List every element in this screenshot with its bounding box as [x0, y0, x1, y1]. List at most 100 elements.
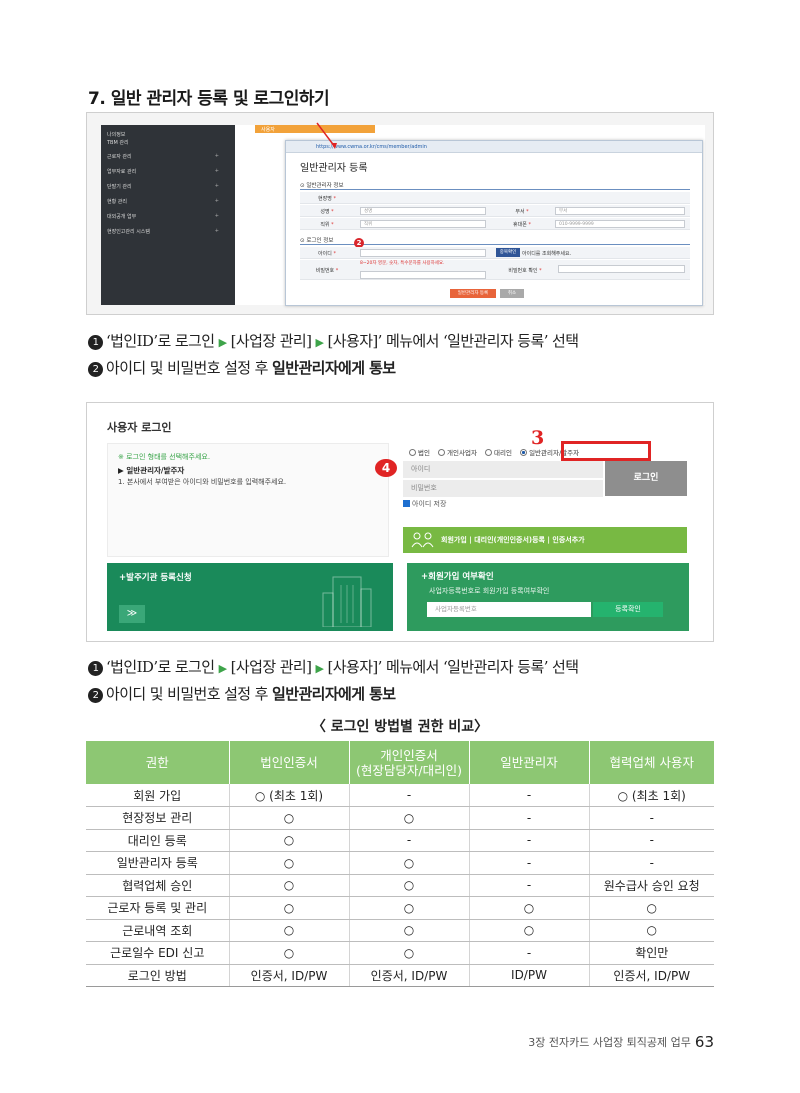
table-cell: ○ (최초 1회)	[588, 784, 714, 807]
join-check-panel: +회원가입 여부확인 사업자등록번호로 회원가입 등록여부확인 사업자등록번호 …	[407, 563, 689, 631]
step-line: 1 ‘법인ID’로 로그인 ▶ [사업장 관리] ▶ [사용자]’ 메뉴에서 ‘일…	[88, 656, 579, 677]
table-cell: 근로일수 EDI 신고	[86, 941, 229, 965]
table-cell: -	[468, 851, 589, 875]
table-cell: ○	[588, 919, 714, 942]
table-cell: ○	[348, 896, 469, 920]
table-cell: ○	[228, 941, 349, 965]
name-input[interactable]: 성명	[360, 207, 486, 215]
sidebar-item[interactable]: 현장인고관리 시스템 +	[107, 228, 227, 235]
register-confirm-button[interactable]: 등록확인	[593, 602, 663, 617]
table-cell: ○	[228, 919, 349, 942]
register-window: https://www.cwma.or.kr/cms/member/admin …	[285, 140, 703, 306]
login-button[interactable]: 로그인	[605, 461, 687, 496]
admin-register-screenshot: 나의정보 TBM 관리 근로자 관리 + 업무자료 관리 + 단말기 관리 + 현황 …	[86, 112, 714, 315]
order-register-panel[interactable]: +발주기관 등록신청 ≫	[107, 563, 393, 631]
password-rule: 8~20자 영문, 숫자, 특수문자를 사용하세요.	[360, 261, 445, 266]
table-cell: ○	[588, 896, 714, 920]
step-3-marker: 3	[531, 427, 545, 449]
login-type-radios: 법인 개인사업자 대리인 일반관리자/발주자	[409, 447, 585, 457]
password-input[interactable]: 비밀번호	[403, 480, 603, 497]
dept-input[interactable]: 부서	[555, 207, 685, 215]
table-cell: ○	[468, 896, 589, 920]
table-cell: -	[468, 874, 589, 897]
table-cell: ○	[348, 851, 469, 875]
step-line: 1 ‘법인ID’로 로그인 ▶ [사업장 관리] ▶ [사용자]’ 메뉴에서 ‘일…	[88, 330, 579, 351]
register-admin-button[interactable]: 일반관리자 등록	[450, 289, 496, 298]
table-cell: -	[588, 851, 714, 875]
order-register-title: +발주기관 등록신청	[119, 573, 192, 583]
id-label: 아이디 *	[318, 251, 336, 257]
dup-hint: 아이디를 조회해주세요.	[522, 251, 572, 257]
bizno-input[interactable]: 사업자등록번호	[427, 602, 591, 617]
join-check-subtitle: 사업자등록번호로 회원가입 등록여부확인	[429, 587, 550, 595]
step-4-marker: 4	[375, 459, 397, 477]
password-input[interactable]	[360, 271, 486, 279]
site-label: 현장명 *	[318, 196, 336, 202]
table-cell: 근로자 등록 및 관리	[86, 896, 229, 920]
phone-label: 휴대폰 *	[513, 222, 531, 228]
radio-individual[interactable]: 개인사업자	[438, 447, 477, 457]
table-cell: -	[468, 784, 589, 807]
sidebar-item[interactable]: 근로자 관리 +	[107, 153, 227, 160]
cancel-button[interactable]: 취소	[500, 289, 524, 298]
password-confirm-label: 비밀번호 확인 *	[508, 268, 542, 274]
user-login-screenshot: 사용자 로그인 ※ 로그인 형태를 선택해주세요. ▶ 일반관리자/발주자 1.…	[86, 402, 714, 642]
login-title: 사용자 로그인	[107, 421, 172, 434]
people-icon	[411, 532, 434, 548]
page-footer: 3장 전자카드 사업장 퇴직공제 업무 63	[528, 1033, 714, 1051]
step-line: 2 아이디 및 비밀번호 설정 후 일반관리자에게 통보	[88, 357, 396, 378]
general-info-heading: ⊙ 일반관리자 정보	[300, 183, 344, 189]
sidebar-item[interactable]: 현황 관리 +	[107, 198, 227, 205]
radio-corporation[interactable]: 법인	[409, 447, 430, 457]
sidebar-item[interactable]: 대외공개 업무 +	[107, 213, 227, 220]
table-cell: -	[468, 806, 589, 830]
column-header: 일반관리자	[468, 741, 589, 784]
permission-comparison-table: 권한 법인인증서 개인인증서 (현장담당자/대리인) 일반관리자 협력업체 사용…	[86, 741, 714, 987]
triangle-right-icon: ▶	[218, 336, 227, 349]
position-label: 직위 *	[320, 222, 334, 228]
table-cell: ○	[348, 919, 469, 942]
triangle-right-icon: ▶	[218, 662, 227, 675]
phone-input[interactable]: 010-9999-9999	[555, 220, 685, 228]
table-row: 협력업체 승인 ○ ○ - 원수급사 승인 요청	[86, 874, 714, 897]
table-cell: -	[588, 806, 714, 830]
password-confirm-input[interactable]	[558, 265, 685, 273]
tab-user[interactable]: 사용자	[261, 126, 275, 133]
chapter-label: 3장 전자카드 사업장 퇴직공제 업무	[528, 1036, 691, 1049]
info-desc: 1. 본사에서 부여받은 아이디와 비밀번호를 입력해주세요.	[118, 478, 287, 486]
table-cell: ○	[228, 896, 349, 920]
double-arrow-icon[interactable]: ≫	[119, 605, 145, 623]
table-row: 근로내역 조회 ○ ○ ○ ○	[86, 919, 714, 942]
password-label: 비밀번호 *	[315, 268, 339, 274]
table-cell: -	[588, 829, 714, 852]
table-header-row: 권한 법인인증서 개인인증서 (현장담당자/대리인) 일반관리자 협력업체 사용…	[86, 741, 714, 784]
dup-check-button[interactable]: 중복확인	[496, 248, 520, 257]
sidebar-item[interactable]: TBM 관리	[107, 139, 227, 146]
sidebar-item[interactable]: 나의정보	[107, 131, 227, 138]
column-header: 법인인증서	[228, 741, 349, 784]
table-cell: 인증서, ID/PW	[228, 964, 349, 987]
table-row: 회원 가입 ○ (최초 1회) - - ○ (최초 1회)	[86, 784, 714, 807]
id-input[interactable]: 아이디	[403, 461, 603, 478]
table-cell: 로그인 방법	[86, 964, 229, 987]
dept-label: 부서 *	[515, 209, 529, 215]
table-cell: 확인만	[588, 941, 714, 965]
column-header: 권한	[86, 741, 229, 784]
table-cell: 근로내역 조회	[86, 919, 229, 942]
table-cell: ○	[228, 806, 349, 830]
join-check-title: +회원가입 여부확인	[421, 572, 494, 582]
save-id-checkbox[interactable]: 아이디 저장	[403, 499, 446, 509]
radio-agent[interactable]: 대리인	[485, 447, 512, 457]
sidebar-item[interactable]: 단말기 관리 +	[107, 183, 227, 190]
table-row: 현장정보 관리 ○ ○ - -	[86, 806, 714, 830]
join-bar[interactable]: 회원가입 | 대리인(개인인증서)등록 | 인증서추가	[403, 527, 687, 553]
table-cell: 현장정보 관리	[86, 806, 229, 830]
id-input[interactable]	[360, 249, 486, 257]
position-input[interactable]: 직위	[360, 220, 486, 228]
table-cell: 인증서, ID/PW	[348, 964, 469, 987]
table-caption: 〈 로그인 방법별 권한 비교〉	[311, 719, 489, 735]
checkbox-checked-icon	[403, 500, 410, 507]
table-cell: ○	[468, 919, 589, 942]
sidebar-item[interactable]: 업무자료 관리 +	[107, 168, 227, 175]
form-row: 현장명 *	[300, 192, 690, 204]
